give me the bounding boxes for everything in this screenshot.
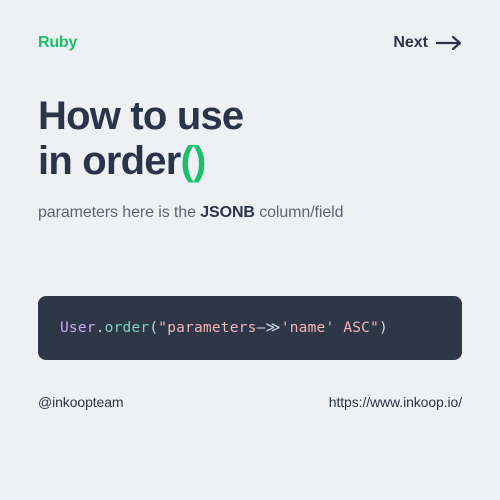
code-str-open: "parameters bbox=[158, 320, 256, 336]
code-close-paren: ) bbox=[379, 320, 388, 336]
arrow-right-icon bbox=[436, 36, 462, 50]
subtitle-post: column/field bbox=[255, 204, 344, 221]
title-line1: How to use bbox=[38, 94, 243, 138]
code-arrow: —≫ bbox=[257, 320, 281, 336]
next-button[interactable]: Next bbox=[393, 34, 462, 52]
code-open-paren: ( bbox=[149, 320, 158, 336]
code-method: order bbox=[105, 320, 150, 336]
code-class: User bbox=[60, 320, 96, 336]
page-title: How to use in order() bbox=[38, 94, 462, 184]
footer-handle: @inkoopteam bbox=[38, 394, 124, 410]
code-dot: . bbox=[96, 320, 105, 336]
header-row: Ruby Next bbox=[38, 34, 462, 52]
next-label: Next bbox=[393, 34, 428, 52]
title-line2: in order bbox=[38, 139, 181, 183]
title-parens: () bbox=[181, 139, 206, 183]
code-block: User.order("parameters—≫'name' ASC") bbox=[38, 296, 462, 360]
code-str-close: 'name' ASC" bbox=[281, 320, 379, 336]
subtitle-pre: parameters here is the bbox=[38, 204, 200, 221]
footer-url: https://www.inkoop.io/ bbox=[329, 394, 462, 410]
subtitle: parameters here is the JSONB column/fiel… bbox=[38, 204, 462, 222]
category-tag: Ruby bbox=[38, 34, 77, 52]
footer: @inkoopteam https://www.inkoop.io/ bbox=[38, 394, 462, 410]
subtitle-bold: JSONB bbox=[200, 204, 255, 221]
